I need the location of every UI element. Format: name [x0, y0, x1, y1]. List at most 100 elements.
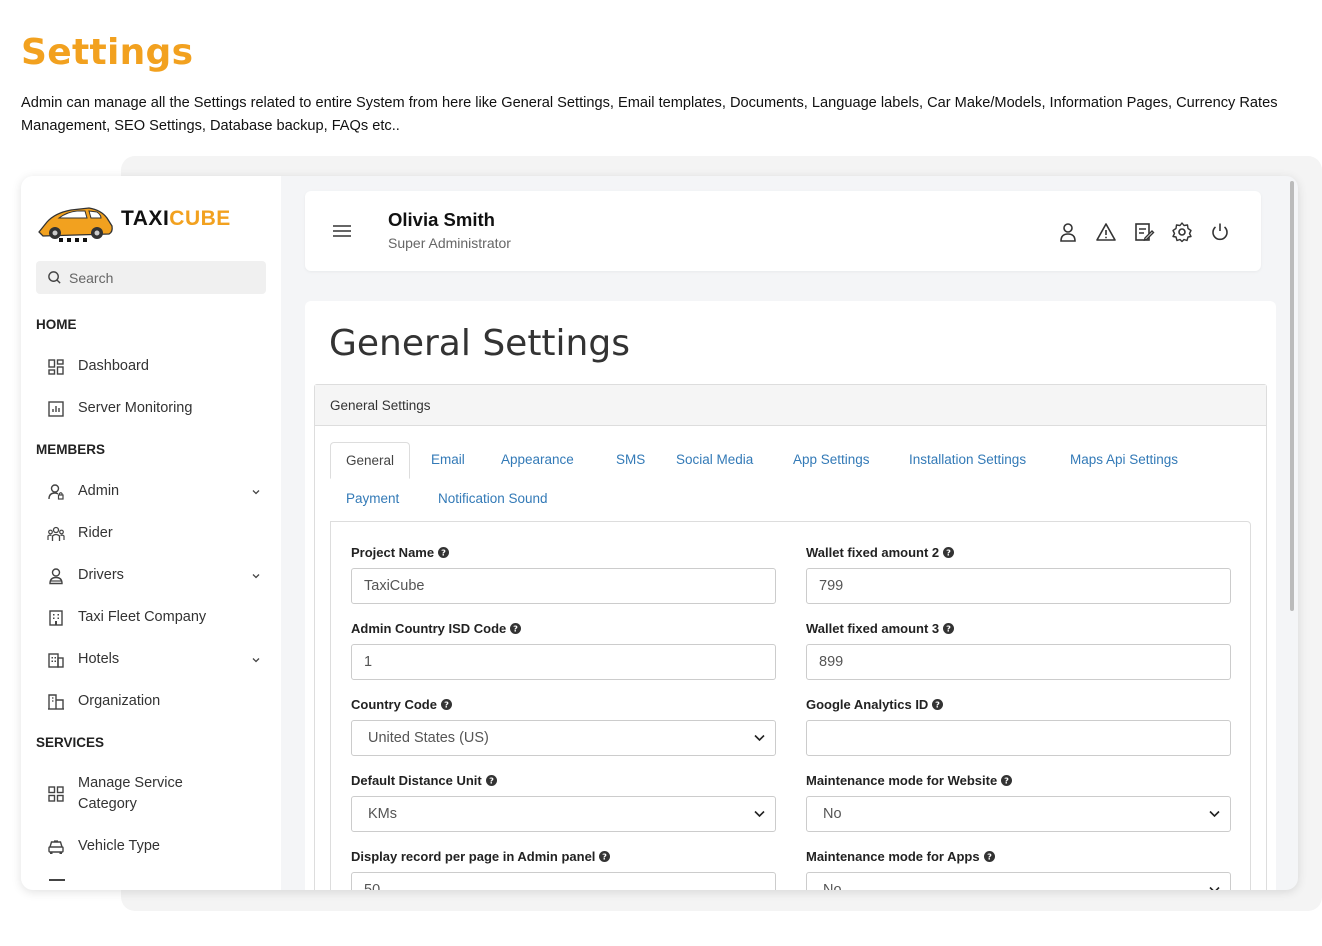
sidebar-item-taxi-fleet-company[interactable]: Taxi Fleet Company: [47, 607, 267, 628]
records-per-page-input[interactable]: 50: [351, 872, 776, 890]
settings-icon[interactable]: [1171, 221, 1193, 243]
logo[interactable]: TAXICUBE: [37, 196, 231, 242]
field-label-text: Google Analytics ID: [806, 696, 929, 712]
driver-icon: [49, 567, 63, 584]
tab-app-settings[interactable]: App Settings: [778, 442, 885, 477]
tab-maps-api-settings[interactable]: Maps Api Settings: [1055, 442, 1193, 477]
svg-text:?: ?: [603, 851, 608, 861]
field-maint-apps: Maintenance mode for Apps? No: [806, 848, 1231, 890]
sidebar-item-organization[interactable]: Organization: [47, 691, 267, 712]
sidebar-item-manage-service-category[interactable]: Manage Service Category: [47, 773, 267, 815]
wallet-amount-2-input[interactable]: 799: [806, 568, 1231, 604]
help-icon[interactable]: ?: [943, 622, 955, 634]
topbar: Olivia Smith Super Administrator: [305, 191, 1261, 271]
chevron-down-icon: [252, 657, 260, 662]
sidebar-item-admin[interactable]: Admin: [47, 481, 267, 502]
main-content: General Settings General Settings Genera…: [305, 301, 1276, 890]
svg-text:?: ?: [987, 851, 992, 861]
tab-installation-settings[interactable]: Installation Settings: [894, 442, 1041, 477]
field-label-text: Admin Country ISD Code: [351, 620, 507, 636]
sidebar-item-hotels[interactable]: Hotels: [47, 649, 267, 670]
field-label-text: Display record per page in Admin panel: [351, 848, 596, 864]
tab-payment[interactable]: Payment: [331, 481, 414, 516]
dashboard-icon: [48, 358, 64, 375]
next-item-icon-fragment: [49, 879, 65, 881]
search-box: [36, 261, 266, 294]
tab-notification-sound[interactable]: Notification Sound: [423, 481, 563, 516]
ga-id-input[interactable]: [806, 720, 1231, 756]
field-label: Wallet fixed amount 2?: [806, 544, 1231, 560]
organization-icon: [48, 693, 64, 710]
chevron-down-icon: [252, 573, 260, 578]
field-label-text: Country Code: [351, 696, 437, 712]
distance-unit-select[interactable]: KMs: [351, 796, 776, 832]
field-label-text: Project Name: [351, 544, 435, 560]
power-icon[interactable]: [1209, 221, 1231, 243]
help-icon[interactable]: ?: [485, 774, 497, 786]
field-label: Wallet fixed amount 3?: [806, 620, 1231, 636]
grid-icon: [48, 786, 64, 802]
field-label-text: Wallet fixed amount 3: [806, 620, 940, 636]
hamburger-menu-icon[interactable]: [333, 225, 351, 237]
sidebar-item-rider[interactable]: Rider: [47, 523, 267, 544]
select-value: KMs: [368, 806, 397, 822]
country-code-select[interactable]: United States (US): [351, 720, 776, 756]
help-icon[interactable]: ?: [932, 698, 944, 710]
tab-email[interactable]: Email: [416, 442, 480, 477]
sidebar-item-vehicle-type[interactable]: Vehicle Type: [47, 836, 267, 857]
help-icon[interactable]: ?: [438, 546, 450, 558]
svg-text:?: ?: [935, 699, 940, 709]
help-icon[interactable]: ?: [943, 546, 955, 558]
admin-isd-input[interactable]: 1: [351, 644, 776, 680]
scrollbar-thumb[interactable]: [1290, 181, 1294, 611]
help-icon[interactable]: ?: [983, 850, 995, 862]
help-icon[interactable]: ?: [510, 622, 522, 634]
sidebar-item-drivers[interactable]: Drivers: [47, 565, 267, 586]
sidebar-item-label: Rider: [78, 525, 113, 541]
help-icon[interactable]: ?: [599, 850, 611, 862]
maint-apps-select[interactable]: No: [806, 872, 1231, 890]
sidebar-item-label: Taxi Fleet Company: [78, 609, 207, 625]
sidebar-item-label: Vehicle Type: [78, 838, 160, 854]
chart-icon: [48, 400, 64, 417]
app-window: TAXICUBE HOME Dashboard Server Monitorin…: [21, 176, 1298, 890]
field-label: Google Analytics ID?: [806, 696, 1231, 712]
page-description: Admin can manage all the Settings relate…: [21, 95, 1278, 134]
chevron-down-icon: [754, 734, 765, 742]
sidebar-item-server-monitoring[interactable]: Server Monitoring: [47, 398, 267, 419]
field-distance-unit: Default Distance Unit? KMs: [351, 772, 776, 832]
user-role: Super Administrator: [388, 235, 511, 251]
project-name-input[interactable]: TaxiCube: [351, 568, 776, 604]
help-icon[interactable]: ?: [1001, 774, 1013, 786]
tab-general[interactable]: General: [330, 442, 411, 479]
select-value: No: [823, 806, 842, 822]
profile-icon[interactable]: [1057, 221, 1079, 243]
field-label: Admin Country ISD Code?: [351, 620, 776, 636]
user-name: Olivia Smith: [388, 209, 495, 230]
sidebar-item-label: Hotels: [78, 651, 120, 667]
tab-sms[interactable]: SMS: [601, 442, 660, 477]
car-icon: [48, 839, 64, 854]
sidebar-item-dashboard[interactable]: Dashboard: [47, 356, 267, 377]
sidebar-item-label: Drivers: [78, 567, 124, 583]
select-value: United States (US): [368, 730, 489, 746]
tab-social-media[interactable]: Social Media: [661, 442, 768, 477]
field-wallet-amount-3: Wallet fixed amount 3? 899: [806, 620, 1231, 680]
field-label: Display record per page in Admin panel?: [351, 848, 776, 864]
tab-appearance[interactable]: Appearance: [486, 442, 589, 477]
wallet-amount-3-input[interactable]: 899: [806, 644, 1231, 680]
field-admin-isd: Admin Country ISD Code? 1: [351, 620, 776, 680]
help-icon[interactable]: ?: [440, 698, 452, 710]
alert-icon[interactable]: [1095, 221, 1117, 243]
sidebar-item-label: Manage Service Category: [78, 775, 183, 812]
topbar-actions: [1057, 221, 1231, 243]
svg-text:?: ?: [946, 547, 951, 557]
maint-web-select[interactable]: No: [806, 796, 1231, 832]
select-value: No: [823, 882, 842, 890]
field-label: Default Distance Unit?: [351, 772, 776, 788]
panel-heading: General Settings: [315, 385, 1266, 426]
search-input[interactable]: [69, 269, 249, 286]
svg-text:?: ?: [444, 699, 449, 709]
edit-icon[interactable]: [1133, 221, 1155, 243]
page-heading: Settings: [21, 32, 194, 73]
